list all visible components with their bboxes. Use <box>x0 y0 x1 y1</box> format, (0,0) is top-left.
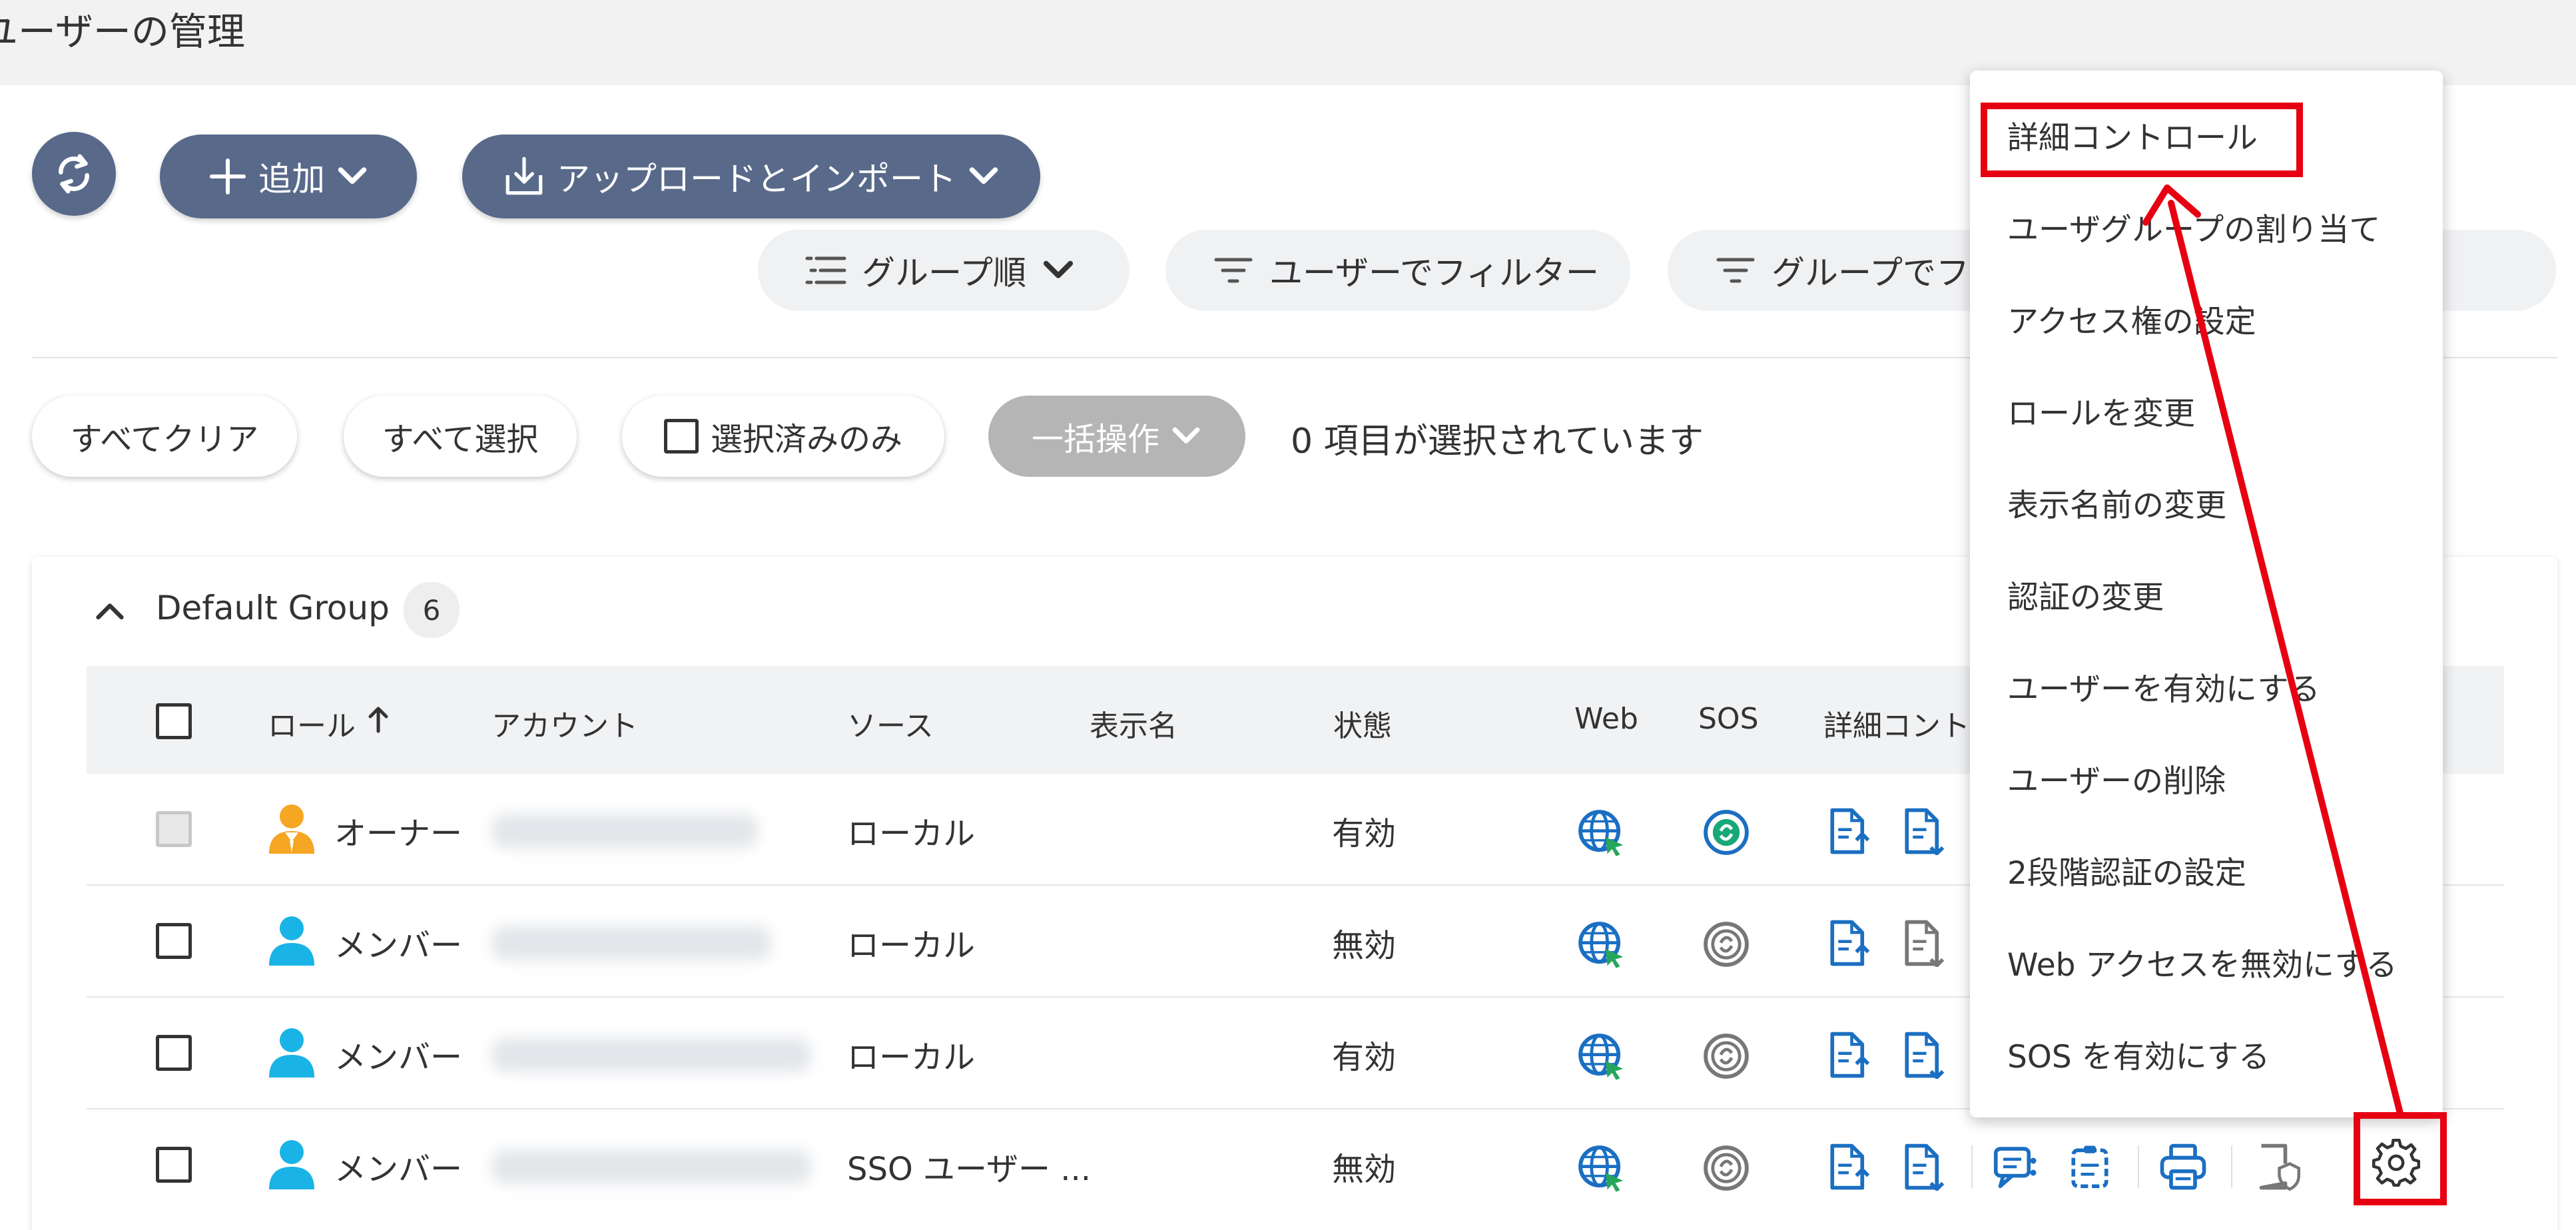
annotation-arrow <box>2142 184 2404 1117</box>
